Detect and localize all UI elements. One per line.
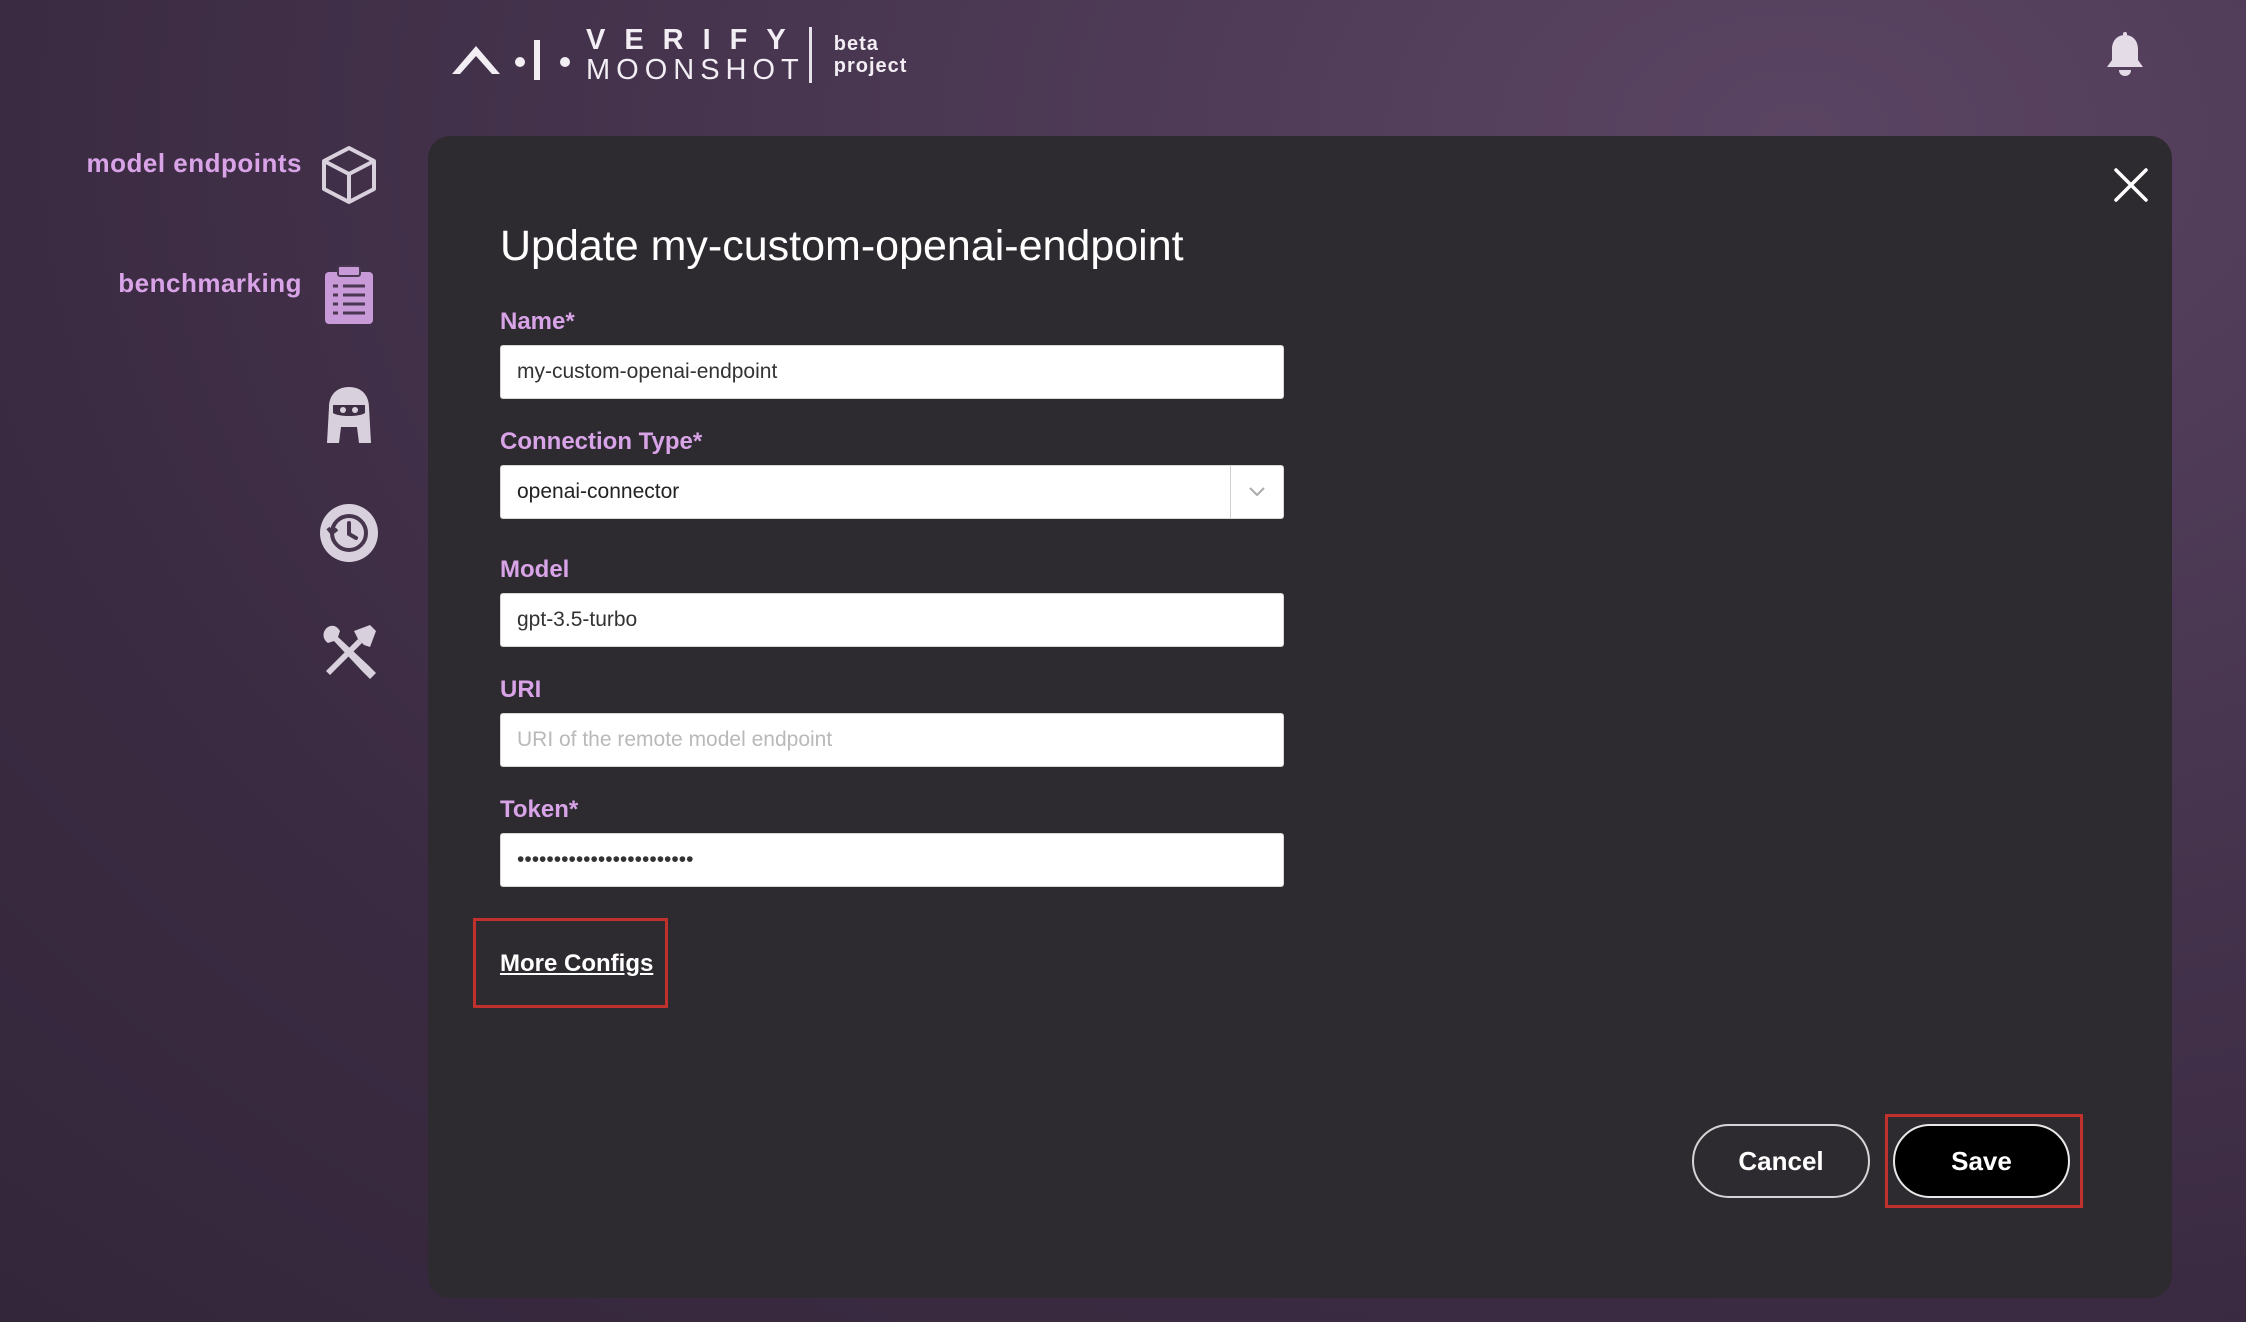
save-button[interactable]: Save [1893, 1124, 2070, 1198]
aiverify-logo-mark [452, 40, 570, 80]
brand-verify: VERIFY [586, 24, 805, 56]
notifications-button[interactable] [2100, 30, 2150, 80]
sidebar-item-model-endpoints[interactable]: model endpoints [60, 144, 380, 206]
sidebar-item-utilities[interactable] [300, 621, 380, 683]
model-input[interactable] [500, 593, 1284, 647]
close-icon [2114, 168, 2148, 202]
close-button[interactable] [2108, 162, 2154, 208]
brand-tag-beta: beta [833, 33, 879, 55]
uri-label: URI [500, 676, 542, 703]
sidebar-item-history[interactable] [300, 502, 380, 564]
history-icon [318, 502, 380, 564]
sidebar-item-red-teaming[interactable] [300, 383, 380, 445]
sidebar-item-benchmarking[interactable]: benchmarking [60, 264, 380, 326]
red-teaming-agent-icon [318, 383, 380, 445]
more-configs-link[interactable]: More Configs [500, 950, 653, 978]
connection-type-value: openai-connector [517, 480, 680, 503]
connection-type-select[interactable]: openai-connector [500, 465, 1284, 519]
brand-tag-project: project [833, 55, 908, 77]
sidebar-item-label: benchmarking [118, 267, 302, 298]
app-logo[interactable]: VERIFY MOONSHOT beta project [450, 24, 908, 86]
uri-input[interactable] [500, 713, 1284, 767]
clipboard-list-icon [318, 264, 380, 326]
name-label: Name* [500, 308, 575, 335]
bell-icon [2107, 32, 2143, 76]
chevron-down-icon[interactable] [1231, 465, 1283, 519]
cube-icon [318, 144, 380, 206]
connection-type-label: Connection Type* [500, 428, 703, 455]
brand-separator [808, 27, 812, 83]
sidebar-item-label: model endpoints [86, 147, 302, 178]
update-endpoint-modal: Update my-custom-openai-endpoint Name* C… [428, 136, 2172, 1298]
token-input[interactable] [500, 833, 1284, 887]
modal-title: Update my-custom-openai-endpoint [500, 222, 1184, 270]
model-label: Model [500, 556, 570, 583]
cancel-button[interactable]: Cancel [1692, 1124, 1870, 1198]
token-label: Token* [500, 796, 579, 823]
name-input[interactable] [500, 345, 1284, 399]
brand-moonshot: MOONSHOT [586, 54, 805, 86]
tools-icon [318, 621, 380, 683]
